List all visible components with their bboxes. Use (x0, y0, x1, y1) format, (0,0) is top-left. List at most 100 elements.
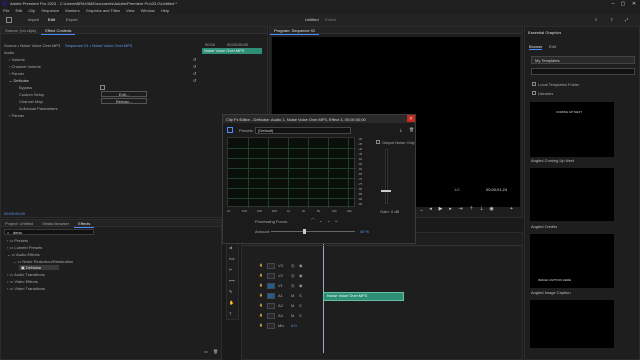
reset-icon[interactable]: ↺ (193, 64, 196, 69)
menu-edit[interactable]: Edit (15, 8, 22, 13)
timeline-audio-clip[interactable]: Noise Voice Over.MP3 (323, 292, 404, 301)
focus-all-icon[interactable]: ⌒ (311, 218, 315, 224)
tree-noise-reduction[interactable]: ⌄ ▭ Noise Reduction/Restoration (13, 259, 73, 264)
step-forward-icon[interactable]: ▸ (447, 206, 454, 213)
tab-source[interactable]: Source: (no clips) (1, 27, 40, 34)
maximize-icon[interactable]: ▢ (618, 0, 628, 7)
workspace-tab-edit[interactable]: Edit (48, 17, 55, 22)
remap-button[interactable]: Remap... (101, 98, 147, 104)
tree-audio-transitions[interactable]: › ▭ Audio Transitions (7, 272, 45, 277)
lock-icon[interactable]: 🔒 (259, 323, 263, 327)
menu-window[interactable]: Window (141, 8, 155, 13)
menu-file[interactable]: File (3, 8, 9, 13)
amount-slider-track[interactable] (271, 231, 355, 232)
template-thumb-4[interactable] (530, 300, 614, 348)
add-button-icon[interactable]: + (508, 206, 515, 213)
workspaces-icon[interactable]: ≡ (595, 17, 597, 22)
delete-icon[interactable]: 🗑 (213, 349, 218, 354)
tree-audio-effects[interactable]: ⌄ ▭ Audio Effects (7, 252, 40, 257)
effects-search-input[interactable]: ⌕ deno (4, 229, 94, 235)
focus-low-icon[interactable]: ⌄ (327, 218, 330, 223)
eye-icon[interactable]: ◉ (299, 283, 303, 288)
tab-effects[interactable]: Effects (74, 220, 95, 228)
power-icon[interactable] (227, 127, 233, 133)
tab-effect-controls[interactable]: Effect Controls (41, 27, 76, 35)
eye-icon[interactable]: ◉ (299, 263, 303, 268)
tree-presets[interactable]: › ▭ Presets (7, 238, 28, 243)
effect-row-volume[interactable]: › Volume (9, 57, 25, 62)
tree-lumetri-presets[interactable]: › ▭ Lumetri Presets (7, 245, 42, 250)
template-thumb-image-caption[interactable]: IMAGE CAPTION HERE (530, 234, 614, 288)
mute-button[interactable]: M (291, 313, 294, 318)
output-noise-checkbox[interactable] (376, 140, 380, 144)
export-frame-icon[interactable]: ◉ (488, 206, 495, 213)
mute-button[interactable]: M (291, 303, 294, 308)
eg-template-dropdown[interactable]: My Templates (531, 56, 635, 64)
mute-button[interactable]: M (291, 293, 294, 298)
minimize-icon[interactable]: – (608, 0, 618, 7)
mark-in-icon[interactable]: ⎵ (418, 206, 425, 213)
menu-graphics-and-titles[interactable]: Graphics and Titles (86, 8, 120, 13)
hand-tool-icon[interactable]: ✋ (229, 300, 234, 305)
solo-button[interactable]: S (299, 293, 302, 298)
tree-video-effects[interactable]: › ▭ Video Effects (7, 279, 38, 284)
go-to-out-icon[interactable]: ⇥ (457, 206, 464, 213)
menu-view[interactable]: View (126, 8, 135, 13)
ec-clip-bar[interactable]: Noise Voice Over.MP3 (202, 48, 262, 54)
template-thumb-credits[interactable] (530, 168, 614, 221)
tree-denoise[interactable]: ▣ DeNoise (19, 265, 59, 270)
amount-value[interactable]: 40 % (360, 229, 369, 234)
focus-mid-icon[interactable]: ⌣ (335, 218, 338, 223)
eye-icon[interactable]: ◉ (299, 273, 303, 278)
track-target-toggle[interactable] (267, 263, 275, 269)
lift-icon[interactable]: ⇡ (468, 206, 475, 213)
workspace-tab-export[interactable]: Export (66, 17, 78, 22)
tab-project[interactable]: Project: Untitled (1, 220, 37, 227)
quick-export-icon[interactable]: ⇪ (610, 17, 613, 22)
effect-row-panner[interactable]: › Panner (9, 71, 24, 76)
tree-video-transitions[interactable]: › ▭ Video Transitions (7, 286, 45, 291)
type-tool-icon[interactable]: T (229, 311, 231, 316)
eg-libraries-checkbox[interactable] (532, 91, 536, 95)
template-thumb-coming-up-next[interactable]: COMING UP NEXT (530, 102, 614, 157)
track-select-icon[interactable]: ⇉ (229, 245, 232, 250)
edit-button[interactable]: Edit... (101, 91, 147, 97)
save-preset-icon[interactable]: ⤓ (400, 127, 402, 132)
focus-high-icon[interactable]: ⌄ (319, 218, 322, 223)
track-target-toggle[interactable] (267, 273, 275, 279)
lock-icon[interactable]: 🔒 (259, 273, 263, 277)
step-back-icon[interactable]: ◂ (427, 206, 434, 213)
menu-help[interactable]: Help (161, 8, 169, 13)
sync-lock-icon[interactable]: ◎ (291, 273, 295, 278)
lock-icon[interactable]: 🔒 (259, 283, 263, 287)
gain-slider-handle[interactable] (381, 190, 391, 192)
presets-dropdown[interactable]: (Default) (255, 127, 351, 134)
menu-markers[interactable]: Markers (65, 8, 79, 13)
new-bin-icon[interactable]: ▭ (204, 349, 208, 354)
pen-tool-icon[interactable]: ✎ (229, 289, 232, 294)
program-title[interactable]: Program: Sequence 01 (270, 27, 320, 35)
ec-timecode[interactable]: 00:00:00:00 (4, 211, 25, 216)
close-icon[interactable]: ✕ (407, 115, 415, 122)
sync-lock-icon[interactable]: ◎ (291, 283, 295, 288)
program-fraction[interactable]: 1/2 (454, 187, 460, 192)
effect-row-denoise[interactable]: ⌄ DeNoise (9, 78, 29, 83)
reset-icon[interactable]: ↺ (193, 78, 196, 83)
bypass-checkbox[interactable] (100, 85, 105, 90)
slip-tool-icon[interactable]: ⟷ (229, 278, 235, 283)
mix-value[interactable]: 0.0 (291, 323, 297, 328)
lock-icon[interactable]: 🔒 (259, 293, 263, 297)
eg-local-folder-checkbox[interactable] (532, 82, 536, 86)
amount-slider-handle[interactable] (303, 229, 306, 234)
tab-media-browser[interactable]: Media Browser (38, 220, 73, 227)
ripple-edit-icon[interactable]: ⟺ (229, 256, 235, 261)
eg-tab-browse[interactable]: Browse (529, 44, 543, 50)
menu-sequence[interactable]: Sequence (41, 8, 59, 13)
solo-button[interactable]: S (299, 303, 302, 308)
effect-row-channel-volume[interactable]: › Channel Volume (9, 64, 41, 69)
track-target-toggle[interactable] (267, 303, 275, 309)
reset-icon[interactable]: ↺ (193, 71, 196, 76)
fullscreen-icon[interactable]: ⤢ (625, 17, 628, 22)
solo-button[interactable]: S (299, 313, 302, 318)
effect-row-panner-2[interactable]: › Panner (9, 113, 24, 118)
